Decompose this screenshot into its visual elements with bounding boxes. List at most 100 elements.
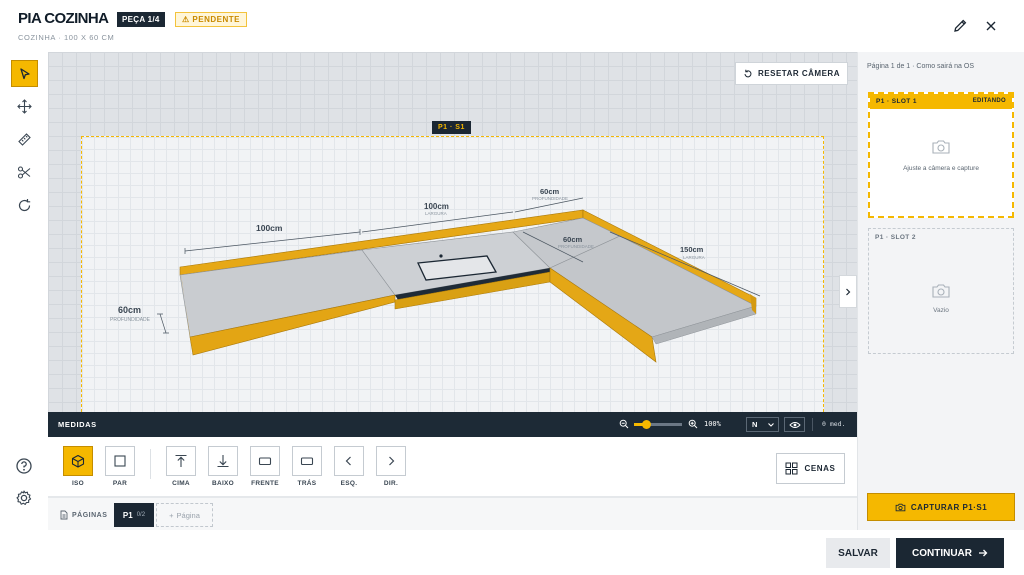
rotate-icon bbox=[18, 199, 31, 212]
zoom-in-button[interactable] bbox=[688, 419, 698, 429]
dim-depth: 60cm bbox=[118, 305, 141, 315]
slot-1-hint: Ajuste a câmera e capture bbox=[903, 165, 979, 172]
chevron-right-icon bbox=[389, 456, 395, 466]
reset-camera-label: RESETAR CÂMERA bbox=[758, 69, 840, 78]
plus-icon: + bbox=[169, 510, 174, 520]
slot-1-status: EDITANDO bbox=[972, 98, 1006, 104]
view-cima-button[interactable] bbox=[166, 446, 196, 476]
view-baixo-button[interactable] bbox=[208, 446, 238, 476]
page-tab-name: P1 bbox=[122, 510, 133, 520]
cube-icon bbox=[71, 454, 85, 468]
view-trs-button[interactable] bbox=[292, 446, 322, 476]
footer: SALVAR CONTINUAR bbox=[0, 530, 1024, 575]
measure-count: 0 med. bbox=[822, 420, 846, 428]
measure-bar-title: MEDIDAS bbox=[58, 420, 97, 429]
view-baixo-label: BAIXO bbox=[211, 480, 235, 487]
view-frente-button[interactable] bbox=[250, 446, 280, 476]
arrow-right-icon bbox=[979, 549, 988, 557]
piece-badge: PEÇA 1/4 bbox=[117, 12, 165, 27]
view-par-button[interactable] bbox=[105, 446, 135, 476]
view-toolbar: CENAS ISO PAR CIMA BAIXO FRENTE TRÁS ESQ. DIR. bbox=[48, 437, 857, 497]
pages-label: PÁGINAS bbox=[60, 510, 107, 520]
square-icon bbox=[114, 455, 126, 467]
continue-button[interactable]: CONTINUAR bbox=[896, 538, 1004, 568]
warning-icon: ⚠ bbox=[182, 15, 193, 24]
zoom-slider[interactable] bbox=[634, 420, 682, 429]
page-tab-p1[interactable]: P1 0/2 bbox=[114, 503, 154, 527]
add-page-label: Página bbox=[176, 510, 200, 520]
dim-inner-depth: 60cm bbox=[563, 235, 583, 244]
camera-icon bbox=[895, 503, 906, 511]
arrow-down-bar-icon bbox=[217, 455, 229, 468]
view-dir-button[interactable] bbox=[376, 446, 406, 476]
help-icon bbox=[16, 458, 32, 474]
measure-tool-button[interactable] bbox=[11, 126, 38, 153]
dim-return-length: 150cm bbox=[680, 245, 704, 254]
zoom-out-button[interactable] bbox=[619, 419, 629, 429]
continue-label: CONTINUAR bbox=[912, 547, 972, 559]
page-tab-count: 0/2 bbox=[136, 512, 146, 518]
next-view-button[interactable] bbox=[839, 275, 857, 308]
add-page-button[interactable]: + Página bbox=[156, 503, 213, 527]
chevron-left-icon bbox=[345, 456, 351, 466]
eye-icon bbox=[788, 421, 801, 428]
view-iso-button[interactable] bbox=[63, 446, 93, 476]
grid-icon bbox=[785, 462, 798, 475]
zoom-in-icon bbox=[688, 419, 698, 429]
zoom-out-icon bbox=[619, 419, 629, 429]
rectangle-icon bbox=[258, 457, 272, 466]
dim-width-right-sub: PROFUNDIDADE bbox=[532, 196, 568, 201]
unit-select-value: N bbox=[752, 420, 758, 429]
dim-depth-sub: PROFUNDIDADE bbox=[110, 317, 151, 323]
camera-icon bbox=[932, 140, 950, 154]
save-button[interactable]: SALVAR bbox=[826, 538, 890, 568]
rotate-tool-button[interactable] bbox=[11, 192, 38, 219]
view-esq-label: ESQ. bbox=[340, 480, 358, 487]
pencil-icon bbox=[954, 19, 967, 32]
slot-1-name: P1 · SLOT 1 bbox=[876, 98, 917, 105]
document-icon bbox=[60, 510, 68, 520]
select-tool-button[interactable] bbox=[11, 60, 38, 87]
gear-icon bbox=[16, 490, 32, 505]
capture-button[interactable]: CAPTURAR P1·S1 bbox=[867, 493, 1015, 521]
unit-select[interactable]: N bbox=[746, 417, 779, 432]
capture-label: CAPTURAR P1·S1 bbox=[910, 502, 988, 512]
cut-tool-button[interactable] bbox=[11, 159, 38, 186]
pages-label-text: PÁGINAS bbox=[72, 511, 108, 519]
help-button[interactable] bbox=[14, 456, 34, 476]
dim-width-mid: 100cm bbox=[424, 202, 449, 211]
edit-button[interactable] bbox=[951, 17, 969, 35]
cursor-icon bbox=[19, 67, 30, 79]
toggle-visibility-button[interactable] bbox=[784, 417, 805, 432]
close-button[interactable] bbox=[982, 17, 1000, 35]
view-esq-button[interactable] bbox=[334, 446, 364, 476]
page-title: PIA COZINHA bbox=[18, 10, 109, 27]
rectangle-icon bbox=[300, 457, 314, 466]
slot-1-header: P1 · SLOT 1 EDITANDO bbox=[870, 94, 1012, 109]
page-subtitle: COZINHA · 100 X 60 CM bbox=[18, 33, 115, 42]
settings-button[interactable] bbox=[14, 488, 34, 508]
scenes-button[interactable]: CENAS bbox=[776, 453, 845, 484]
slot-2-hint: Vazio bbox=[933, 307, 949, 314]
capture-frame-tag: P1 · S1 bbox=[432, 121, 471, 134]
zoom-value: 100% bbox=[704, 420, 721, 428]
dim-inner-depth-sub: PROFUNDIDADE bbox=[558, 244, 594, 249]
view-dir-label: DIR. bbox=[383, 480, 399, 487]
dim-return-length-sub: LARGURA bbox=[683, 255, 705, 260]
scenes-label: CENAS bbox=[804, 464, 836, 473]
zoom-slider-knob[interactable] bbox=[642, 420, 651, 429]
countertop-model[interactable]: 100cm 60cm PROFUNDIDADE 100cm LARGURA 60… bbox=[81, 136, 824, 412]
slot-1[interactable]: P1 · SLOT 1 EDITANDO Ajuste a câmera e c… bbox=[868, 92, 1014, 218]
view-trs-label: TRÁS bbox=[297, 480, 317, 487]
slot-2[interactable]: P1 · SLOT 2 Vazio bbox=[868, 228, 1014, 354]
arrow-up-bar-icon bbox=[175, 454, 187, 467]
header: PIA COZINHA PEÇA 1/4 ⚠ PENDENTE COZINHA … bbox=[0, 0, 1024, 52]
chevron-right-icon bbox=[846, 288, 851, 295]
reset-camera-button[interactable]: RESETAR CÂMERA bbox=[735, 62, 848, 85]
scissors-icon bbox=[17, 166, 31, 179]
view-cima-label: CIMA bbox=[172, 480, 190, 487]
dim-width-mid-sub: LARGURA bbox=[425, 211, 447, 216]
chevron-down-icon bbox=[768, 423, 774, 427]
move-tool-button[interactable] bbox=[11, 93, 38, 120]
measure-bar: MEDIDAS 100% N 0 med. bbox=[48, 412, 857, 437]
